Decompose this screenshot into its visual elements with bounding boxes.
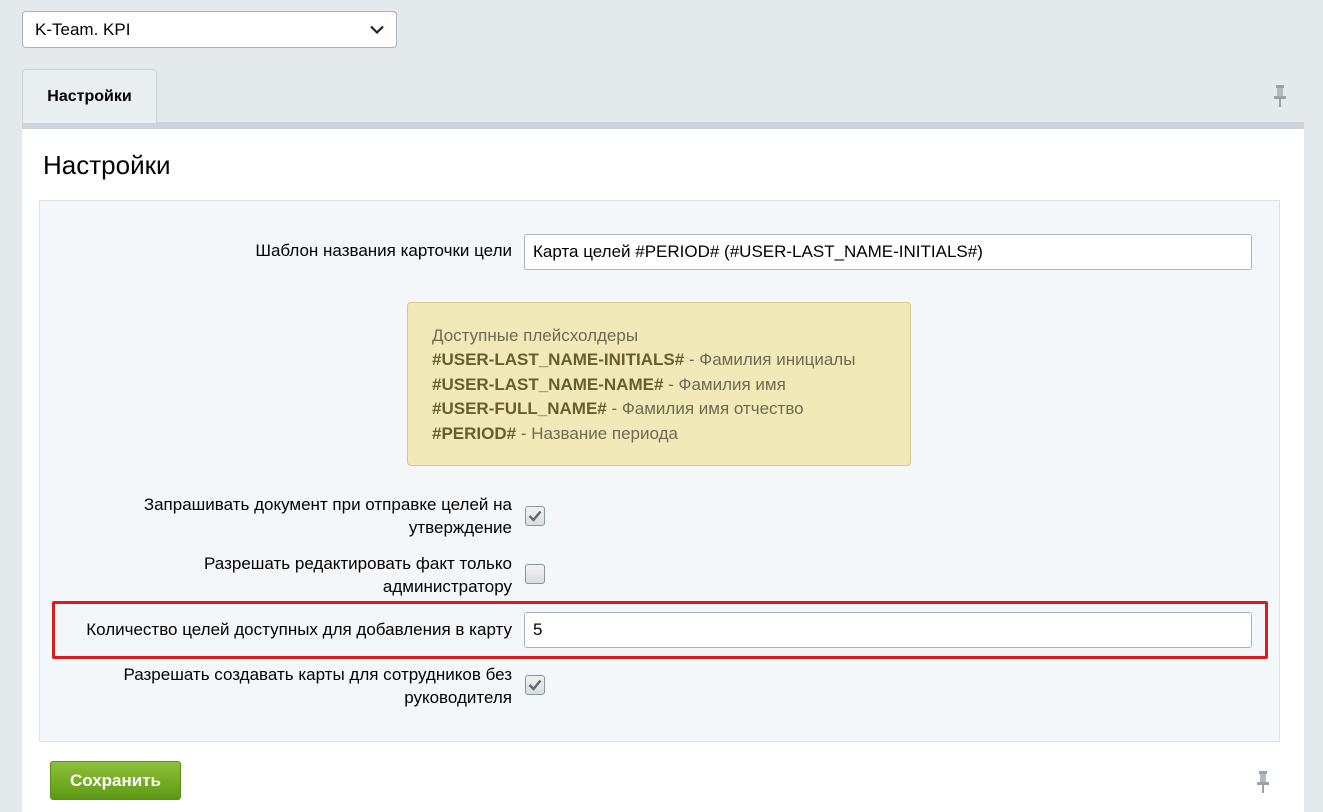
card-name-template-label: Шаблон названия карточки цели: [255, 241, 512, 260]
module-select[interactable]: K-Team. KPI: [22, 11, 397, 48]
maps-without-manager-checkbox[interactable]: [525, 675, 545, 695]
maps-without-manager-label: Разрешать создавать карты для сотруднико…: [123, 665, 512, 707]
request-document-label: Запрашивать документ при отправке целей …: [143, 495, 512, 537]
settings-form: Шаблон названия карточки цели Доступные …: [39, 200, 1280, 742]
pin-icon[interactable]: [1255, 770, 1271, 794]
hint-item: #USER-LAST_NAME-NAME# - Фамилия имя: [432, 374, 786, 394]
placeholders-hint: Доступные плейсхолдеры #USER-LAST_NAME-I…: [407, 302, 911, 466]
settings-panel: Настройки Шаблон названия карточки цели …: [22, 129, 1304, 812]
edit-fact-label: Разрешать редактировать факт только адми…: [204, 554, 512, 596]
edit-fact-checkbox[interactable]: [525, 564, 545, 584]
tab-settings[interactable]: Настройки: [22, 69, 157, 123]
hint-item: #USER-LAST_NAME-INITIALS# - Фамилия иниц…: [432, 350, 856, 370]
save-button[interactable]: Сохранить: [50, 761, 181, 800]
request-document-checkbox[interactable]: [525, 506, 545, 526]
pin-icon[interactable]: [1272, 84, 1288, 108]
hint-item: #PERIOD# - Название периода: [432, 423, 678, 443]
module-select-value: K-Team. KPI: [35, 19, 131, 39]
tabs-bar: Настройки: [22, 69, 1304, 129]
hint-item: #USER-FULL_NAME# - Фамилия имя отчество: [432, 399, 804, 419]
page-title: Настройки: [43, 150, 171, 180]
highlight-frame: [52, 601, 1268, 659]
card-name-template-input[interactable]: [524, 234, 1252, 270]
chevron-down-icon: [370, 23, 384, 37]
hint-title: Доступные плейсхолдеры: [432, 326, 639, 345]
